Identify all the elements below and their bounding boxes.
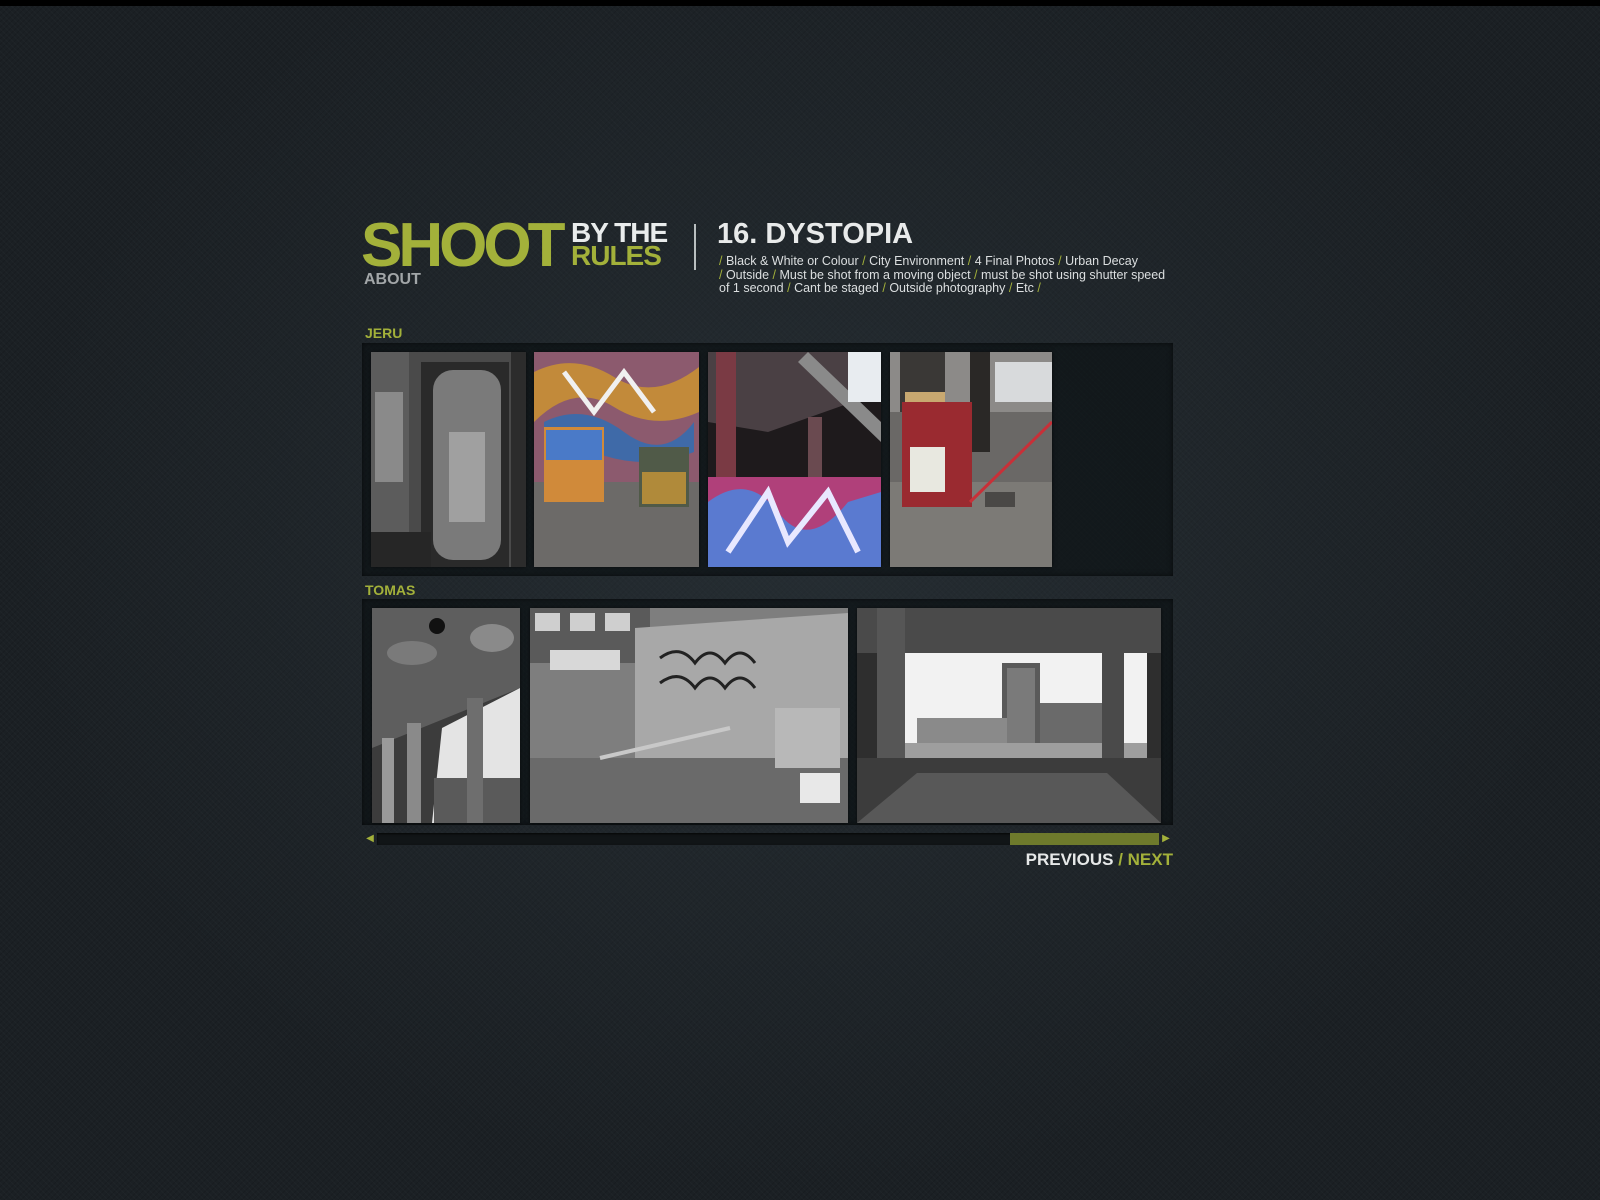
framed-building-photo[interactable] — [857, 608, 1161, 823]
photographer-label-jeru: JERU — [365, 325, 403, 341]
previous-link[interactable]: PREVIOUS — [1026, 850, 1114, 869]
next-link[interactable]: NEXT — [1128, 850, 1173, 869]
header-divider — [694, 224, 696, 270]
rule-item: Cant be staged — [794, 281, 879, 295]
scroll-right-icon[interactable]: ▶ — [1159, 832, 1173, 846]
pager-separator: / — [1113, 850, 1128, 869]
rule-item: Urban Decay — [1065, 254, 1139, 268]
boarded-door-photo[interactable] — [371, 352, 526, 567]
about-link[interactable]: ABOUT — [364, 271, 421, 289]
gallery-scrollbar[interactable]: ◀ ▶ — [363, 832, 1173, 846]
scroll-left-icon[interactable]: ◀ — [363, 832, 377, 846]
rule-item: Outside photography — [889, 281, 1006, 295]
abandoned-piano-photo[interactable] — [890, 352, 1052, 567]
scroll-track[interactable] — [377, 833, 1159, 845]
concrete-colonnade-photo[interactable] — [372, 608, 520, 823]
rule-item: Etc — [1015, 281, 1034, 295]
pager: PREVIOUS / NEXT — [1026, 850, 1173, 870]
challenge-rules: / Black & White or Colour / City Environ… — [719, 254, 1166, 295]
rule-item: City Environment — [869, 254, 965, 268]
graffiti-fence-rubble-photo[interactable] — [530, 608, 848, 823]
photographer-label-tomas: TOMAS — [365, 582, 416, 598]
site-logo[interactable]: SHOOT BY THE RULES — [361, 211, 691, 280]
logo-rules-text: RULES — [571, 240, 662, 271]
rule-item: Outside — [725, 267, 770, 282]
bridge-graffiti-photo[interactable] — [708, 352, 881, 567]
graffiti-wall-bins-photo[interactable] — [534, 352, 699, 567]
rule-item: 4 Final Photos — [974, 254, 1055, 268]
top-bar — [0, 0, 1600, 6]
rule-item: Black & White or Colour — [725, 254, 859, 268]
rule-item: Must be shot from a moving object — [779, 267, 971, 282]
challenge-title: 16. DYSTOPIA — [717, 218, 914, 250]
logo-shoot-text: SHOOT — [361, 211, 565, 280]
scroll-thumb[interactable] — [1010, 833, 1159, 845]
